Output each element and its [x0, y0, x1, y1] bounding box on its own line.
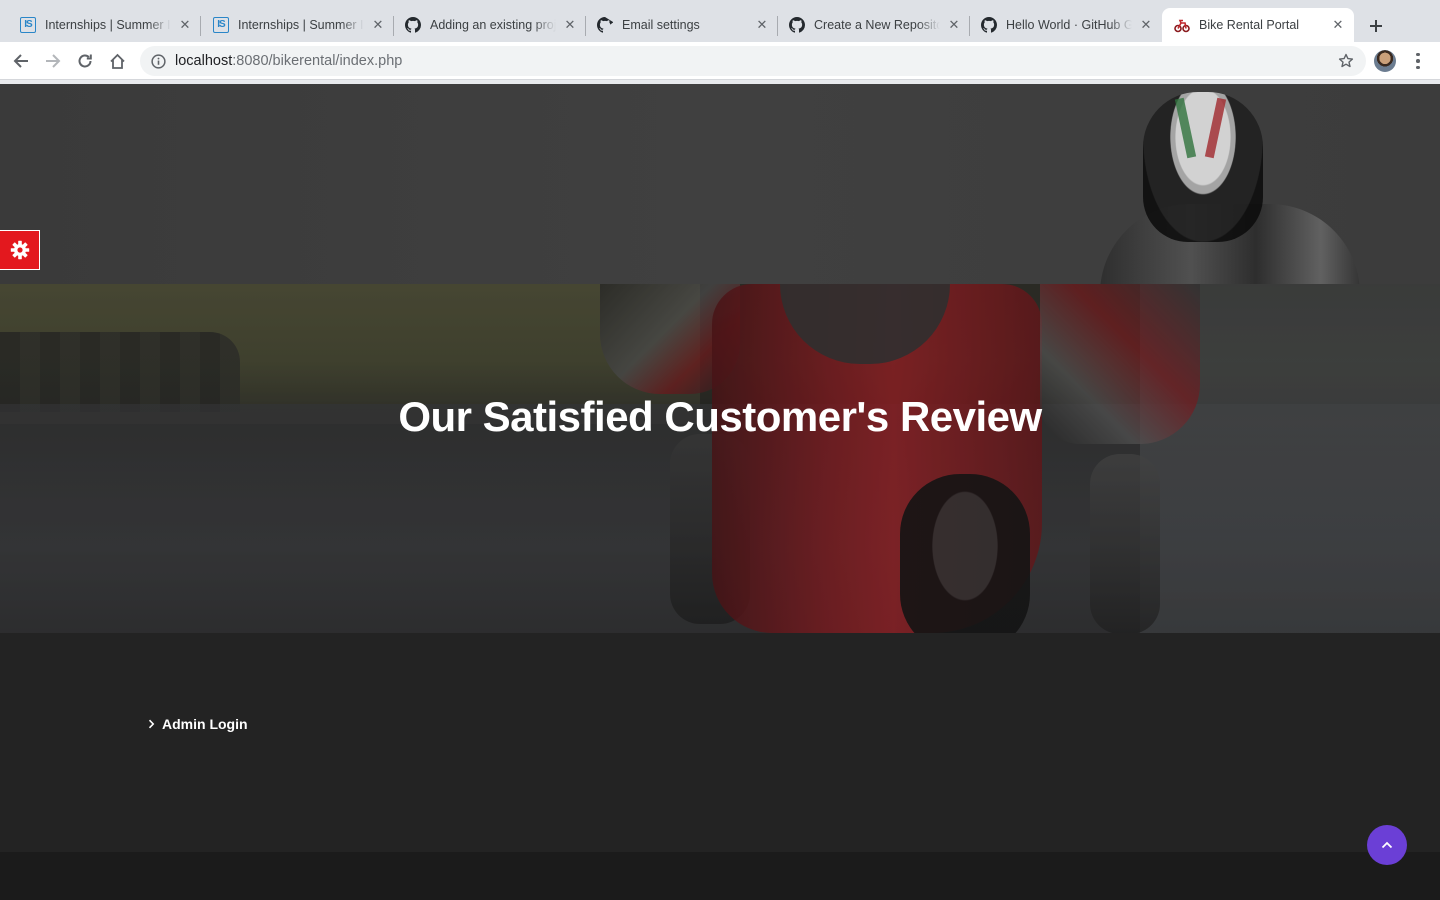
url-host: localhost: [175, 53, 233, 69]
github-icon: [789, 17, 805, 33]
browser-toolbar: localhost:8080/bikerental/index.php: [0, 42, 1440, 80]
bike-icon: [1174, 17, 1190, 33]
browser-tab-strip: IS Internships | Summer Internships ✕ IS…: [0, 0, 1440, 42]
close-icon[interactable]: ✕: [754, 17, 770, 33]
github-icon: [597, 17, 613, 33]
browser-menu-icon[interactable]: [1408, 49, 1428, 73]
browser-tab[interactable]: Hello World · GitHub Guides ✕: [969, 8, 1162, 42]
browser-tab[interactable]: Adding an existing project ✕: [393, 8, 586, 42]
chevron-right-icon: [148, 719, 155, 729]
arrow-left-icon: [13, 54, 28, 68]
arrow-right-icon: [46, 54, 61, 68]
close-icon[interactable]: ✕: [370, 17, 386, 33]
admin-login-link[interactable]: Admin Login: [148, 716, 248, 732]
browser-tab[interactable]: Email settings ✕: [585, 8, 778, 42]
reload-button[interactable]: [72, 48, 98, 74]
back-button[interactable]: [8, 48, 34, 74]
footer: Admin Login: [0, 633, 1440, 852]
url-path: :8080/bikerental/index.php: [232, 53, 403, 69]
plus-icon: [1370, 20, 1382, 32]
reload-icon: [78, 54, 92, 68]
profile-avatar[interactable]: [1374, 50, 1396, 72]
footer-bottom-bar: [0, 852, 1440, 900]
address-bar[interactable]: localhost:8080/bikerental/index.php: [140, 46, 1366, 76]
info-icon[interactable]: [151, 53, 166, 69]
tab-title: Adding an existing project: [430, 18, 556, 32]
hero-overlay: [0, 284, 1440, 633]
github-icon: [405, 17, 421, 33]
page-viewport: Our Satisfied Customer's Review Admin Lo…: [0, 84, 1440, 900]
back-to-top-button[interactable]: [1367, 825, 1407, 865]
section-title-bold: Our Satisfied: [398, 393, 654, 440]
browser-tab[interactable]: IS Internships | Summer Internships ✕: [8, 8, 201, 42]
chevron-up-icon: [1381, 841, 1393, 849]
internshala-icon: IS: [213, 17, 229, 33]
gear-icon: [10, 240, 29, 260]
tab-title: Email settings: [622, 18, 700, 32]
bookmark-star-icon[interactable]: [1338, 53, 1354, 73]
close-icon[interactable]: ✕: [1138, 17, 1154, 33]
internshala-icon: IS: [20, 17, 36, 33]
review-hero-banner: Our Satisfied Customer's Review: [0, 284, 1440, 633]
browser-tab[interactable]: IS Internships | Summer Internships ✕: [201, 8, 394, 42]
close-icon[interactable]: ✕: [562, 17, 578, 33]
tab-title: Internships | Summer Internships: [238, 18, 364, 32]
admin-login-label: Admin Login: [162, 716, 248, 732]
close-icon[interactable]: ✕: [946, 17, 962, 33]
tab-title: Internships | Summer Internships: [45, 18, 171, 32]
home-icon: [109, 53, 125, 69]
close-icon[interactable]: ✕: [1330, 17, 1346, 33]
settings-toggle-button[interactable]: [0, 230, 40, 270]
rider-helmet-image: [1143, 92, 1263, 242]
new-tab-button[interactable]: [1362, 12, 1390, 40]
github-icon: [981, 17, 997, 33]
tab-title: Bike Rental Portal: [1199, 18, 1300, 32]
close-icon[interactable]: ✕: [177, 17, 193, 33]
tab-title: Hello World · GitHub Guides: [1006, 18, 1132, 32]
section-title-light: Customer's Review: [664, 393, 1042, 440]
forward-button[interactable]: [40, 48, 66, 74]
home-button[interactable]: [104, 48, 130, 74]
section-title: Our Satisfied Customer's Review: [0, 392, 1440, 442]
browser-tab[interactable]: Create a New Repository ✕: [777, 8, 970, 42]
hero-top-banner: [0, 84, 1440, 284]
tab-title: Create a New Repository: [814, 18, 940, 32]
browser-tab-active[interactable]: Bike Rental Portal ✕: [1162, 8, 1354, 42]
